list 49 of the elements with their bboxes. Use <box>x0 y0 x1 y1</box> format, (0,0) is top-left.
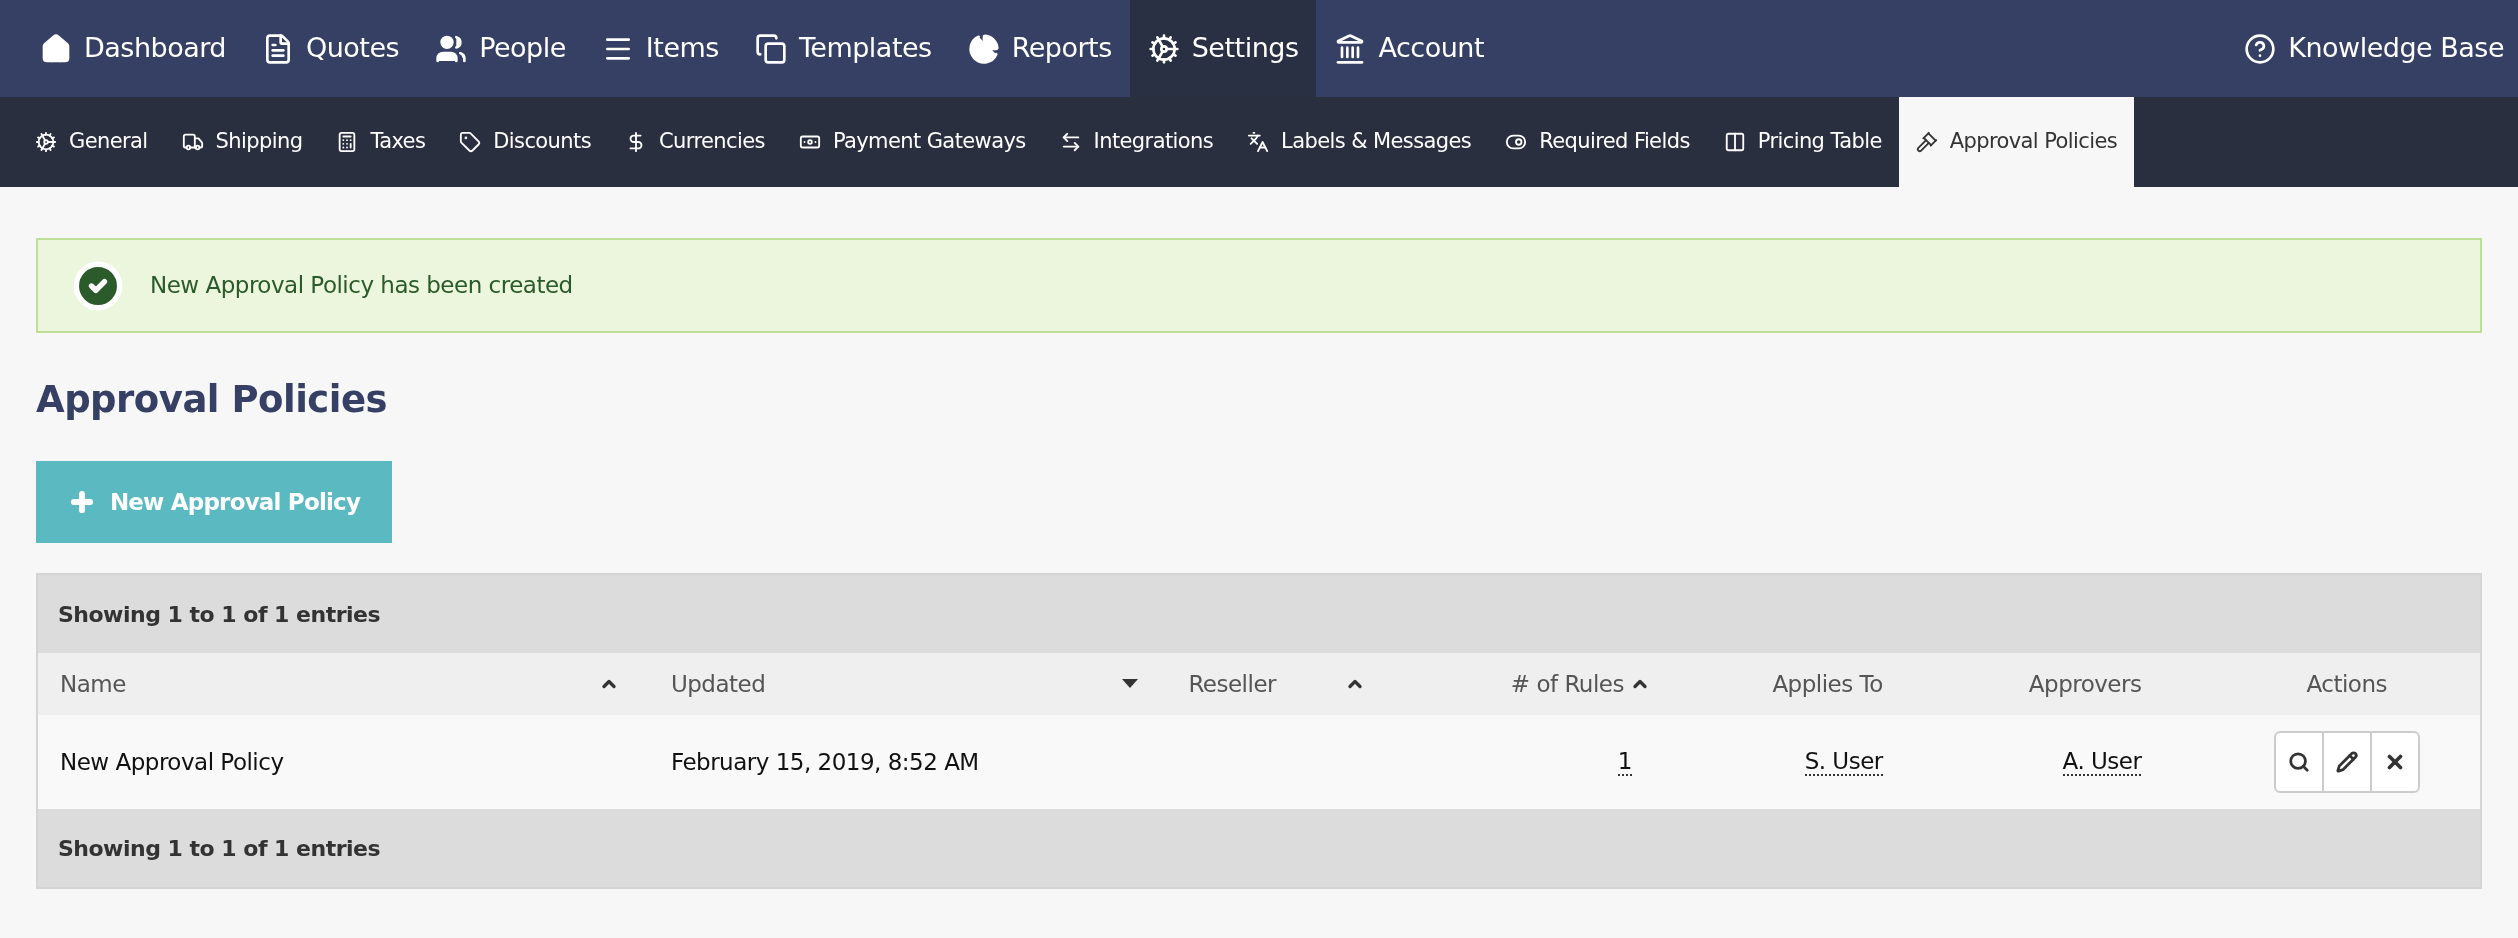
applies-to-user: S. User <box>1804 748 1883 776</box>
column-header[interactable]: Actions <box>2306 666 2387 702</box>
home-icon <box>40 32 72 65</box>
subnav-tab[interactable]: Currencies <box>608 97 782 187</box>
rules-count: 1 <box>1617 748 1632 776</box>
table-cell-text: February 15, 2019, 8:52 AM <box>670 747 979 777</box>
table-cell-text: New Approval Policy <box>60 747 284 777</box>
nav-tab[interactable]: People <box>417 0 584 97</box>
nav-tab[interactable]: Reports <box>949 0 1130 97</box>
subnav-tab[interactable]: Required Fields <box>1488 97 1707 187</box>
approver-user: A. User <box>2062 748 2142 776</box>
subnav-tab[interactable]: Labels & Messages <box>1230 97 1489 187</box>
nav-tab[interactable]: Quotes <box>244 0 418 97</box>
subnav-tab[interactable]: General <box>18 97 165 187</box>
column-header[interactable]: Approvers <box>2028 666 2142 702</box>
subnav-tab[interactable]: Taxes <box>319 97 443 187</box>
subnav-tab[interactable]: Payment Gateways <box>781 97 1043 187</box>
column-header[interactable]: Updated <box>670 666 766 702</box>
nav-tab[interactable]: Templates <box>736 0 950 97</box>
column-header[interactable]: Reseller <box>1188 666 1276 702</box>
entries-summary: Showing 1 to 1 of 1 entries <box>58 834 381 863</box>
copy-icon <box>754 32 787 65</box>
column-header[interactable]: # of Rules <box>1510 666 1624 702</box>
column-header[interactable]: Applies To <box>1772 666 1883 702</box>
search-icon <box>2287 751 2310 773</box>
gavel-icon <box>1915 131 1938 153</box>
subnav-tab[interactable]: Approval Policies <box>1898 97 2135 187</box>
nav-tab[interactable]: Account <box>1316 0 1502 97</box>
columns-icon <box>1723 131 1746 153</box>
column-header[interactable]: Name <box>60 666 126 702</box>
knowledge-base-link[interactable]: Knowledge Base <box>2244 0 2504 97</box>
help-icon <box>2244 32 2277 65</box>
sort-triangle-icon[interactable] <box>1122 679 1139 689</box>
subnav-tab[interactable]: Pricing Table <box>1706 97 1899 187</box>
entries-summary: Showing 1 to 1 of 1 entries <box>58 600 381 629</box>
tag-icon <box>459 131 482 153</box>
truck-icon <box>181 131 204 153</box>
pie-chart-icon <box>967 32 1000 65</box>
nav-tab[interactable]: Dashboard <box>22 0 244 97</box>
nav-tab[interactable]: Settings <box>1129 0 1317 97</box>
nav-tab[interactable]: Items <box>583 0 737 97</box>
alert-message: New Approval Policy has been created <box>150 271 573 301</box>
check-circle-icon <box>72 259 124 312</box>
subnav-tab[interactable]: Integrations <box>1042 97 1231 187</box>
page-title: Approval Policies <box>36 377 389 423</box>
pencil-icon <box>2335 751 2358 773</box>
subnav-tab[interactable]: Discounts <box>442 97 608 187</box>
subnav-tab[interactable]: Shipping <box>164 97 320 187</box>
translate-icon <box>1247 131 1270 153</box>
